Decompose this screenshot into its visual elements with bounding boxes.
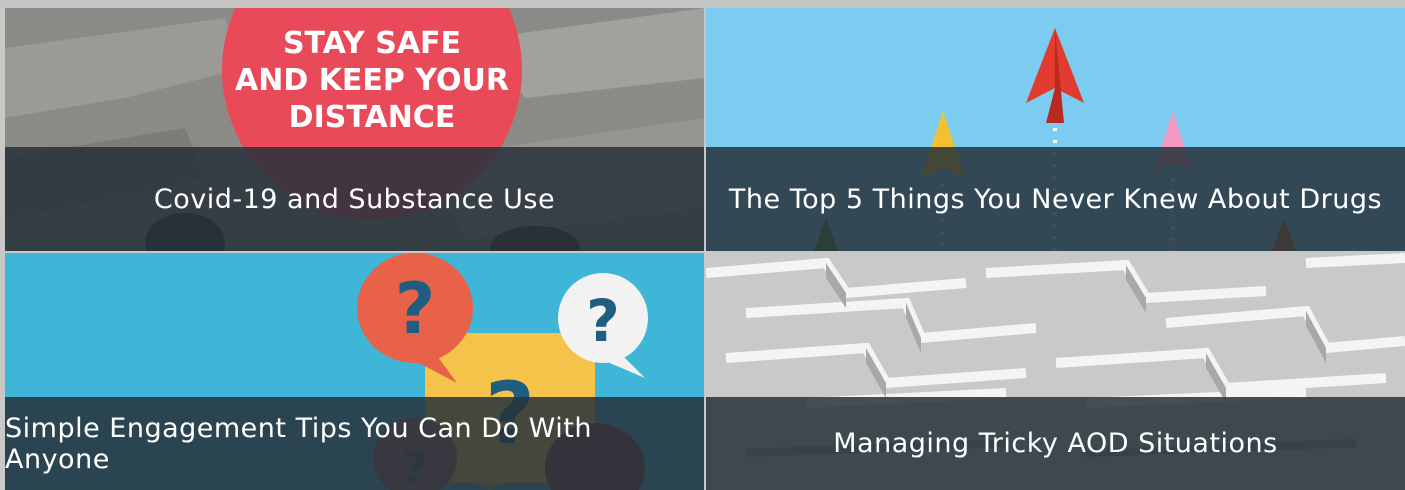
article-title[interactable]: Simple Engagement Tips You Can Do With A… — [5, 413, 704, 475]
caption-overlay: Covid-19 and Substance Use — [5, 147, 704, 251]
caption-overlay: The Top 5 Things You Never Knew About Dr… — [706, 147, 1405, 251]
sticker-line-3: DISTANCE — [289, 100, 456, 135]
question-mark-orange: ? — [395, 268, 436, 350]
article-card-drugs[interactable]: The Top 5 Things You Never Knew About Dr… — [706, 8, 1405, 251]
top-strip — [0, 0, 1405, 8]
article-card-engagement[interactable]: ? ? ? ? Simple Engagement Tips You Can D… — [5, 253, 704, 490]
article-card-covid[interactable]: STAY SAFE AND KEEP YOUR DISTANCE Covid-1… — [5, 8, 704, 251]
article-title[interactable]: Managing Tricky AOD Situations — [833, 428, 1277, 459]
caption-overlay: Managing Tricky AOD Situations — [706, 397, 1405, 490]
sticker-line-1: STAY SAFE — [283, 26, 461, 61]
article-title[interactable]: The Top 5 Things You Never Knew About Dr… — [729, 184, 1382, 215]
question-mark-white: ? — [586, 287, 620, 355]
caption-overlay: Simple Engagement Tips You Can Do With A… — [5, 397, 704, 490]
article-title[interactable]: Covid-19 and Substance Use — [154, 184, 555, 215]
article-card-aod[interactable]: Managing Tricky AOD Situations — [706, 253, 1405, 490]
sticker-line-2: AND KEEP YOUR — [235, 63, 509, 98]
article-grid: STAY SAFE AND KEEP YOUR DISTANCE Covid-1… — [0, 8, 1405, 490]
